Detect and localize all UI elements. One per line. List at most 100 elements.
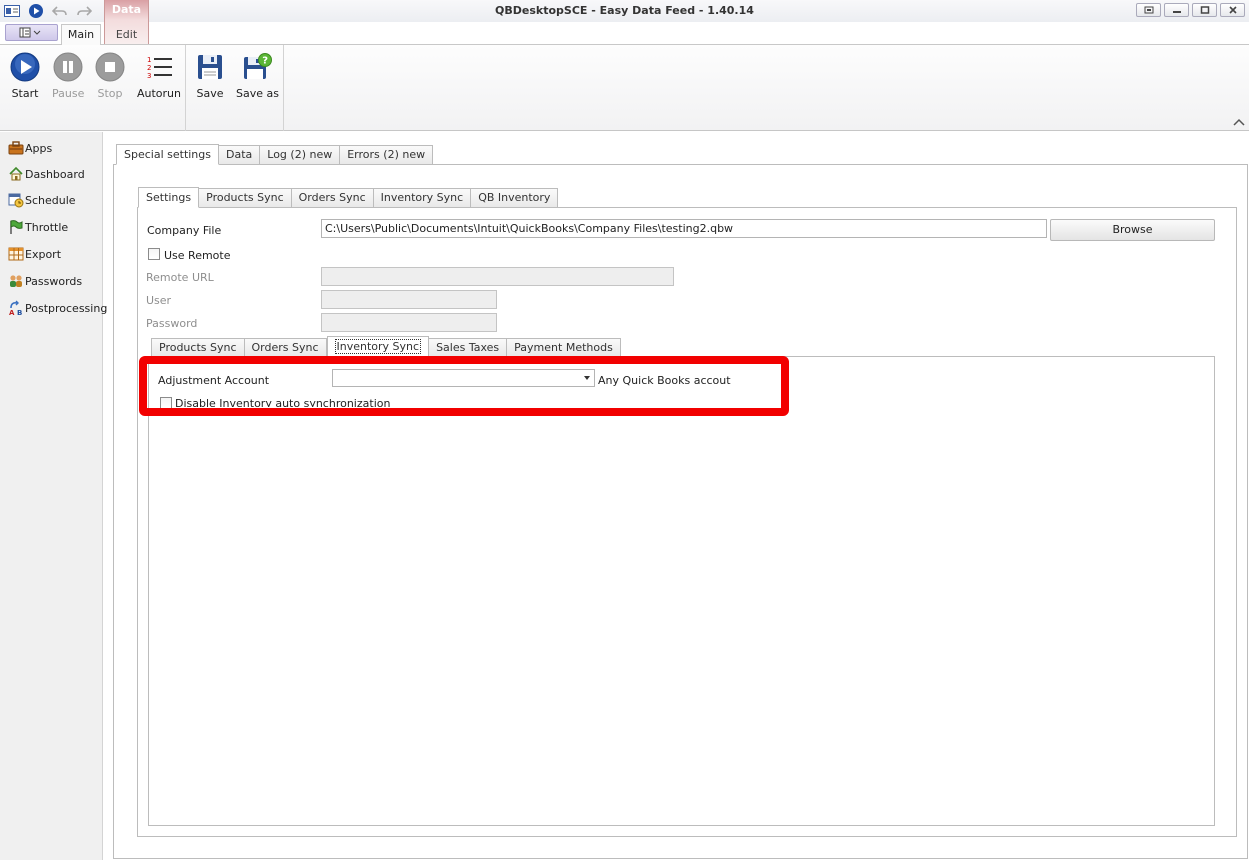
inner-tab-strip: Products Sync Orders Sync Inventory Sync… bbox=[151, 336, 621, 357]
sidebar-item-label: Export bbox=[25, 247, 62, 261]
tab-main[interactable]: Main bbox=[61, 24, 101, 45]
close-button[interactable] bbox=[1220, 3, 1245, 17]
remote-url-field[interactable] bbox=[321, 267, 674, 286]
autorun-label: Autorun bbox=[137, 87, 182, 100]
use-remote-label: Use Remote bbox=[164, 249, 231, 262]
numbered-list-icon: 123 bbox=[143, 51, 175, 83]
adjustment-account-dropdown[interactable] bbox=[332, 369, 595, 387]
pause-label: Pause bbox=[52, 87, 85, 100]
sidebar-item-label: Throttle bbox=[25, 220, 69, 234]
stop-label: Stop bbox=[97, 87, 123, 100]
disable-inventory-auto-label: Disable Inventory auto synchronization bbox=[175, 398, 390, 407]
svg-text:3: 3 bbox=[147, 72, 151, 80]
save-button[interactable]: Save bbox=[194, 51, 226, 100]
svg-text:B: B bbox=[17, 309, 22, 316]
window-controls bbox=[1136, 3, 1245, 17]
minimize-button[interactable] bbox=[1164, 3, 1189, 17]
house-icon bbox=[9, 166, 23, 181]
sidebar-item-label: Postprocessing bbox=[25, 301, 108, 315]
play-icon bbox=[9, 51, 41, 83]
sidebar-item-schedule[interactable]: Schedule bbox=[8, 191, 76, 209]
collapse-ribbon-icon[interactable] bbox=[1233, 117, 1245, 127]
inner-tab-orders-sync[interactable]: Orders Sync bbox=[244, 338, 327, 357]
password-label: Password bbox=[146, 317, 198, 330]
table-icon bbox=[8, 247, 24, 261]
save-as-button[interactable]: ? Save as bbox=[236, 51, 279, 100]
sidebar-item-label: Passwords bbox=[25, 274, 83, 288]
svg-text:1: 1 bbox=[147, 56, 151, 64]
floppy-disk-icon bbox=[194, 51, 226, 83]
sidebar-item-label: Dashboard bbox=[25, 167, 85, 181]
use-remote-checkbox[interactable] bbox=[148, 248, 160, 260]
stop-icon bbox=[94, 51, 126, 83]
sidebar-item-throttle[interactable]: Throttle bbox=[8, 218, 68, 236]
adjustment-account-hint: Any Quick Books accout bbox=[598, 374, 731, 387]
sidebar-item-label: Schedule bbox=[25, 193, 76, 207]
toolbox-icon bbox=[8, 141, 24, 155]
sidebar-item-passwords[interactable]: Passwords bbox=[8, 272, 82, 290]
start-label: Start bbox=[11, 87, 39, 100]
sidebar-item-apps[interactable]: Apps bbox=[8, 139, 52, 157]
company-file-label: Company File bbox=[147, 224, 222, 237]
remote-url-label: Remote URL bbox=[146, 271, 214, 284]
maximize-button[interactable] bbox=[1192, 3, 1217, 17]
disable-inventory-auto-checkbox[interactable] bbox=[160, 397, 172, 409]
save-label: Save bbox=[196, 87, 224, 100]
save-as-label: Save as bbox=[236, 87, 279, 100]
inner-tab-sales-taxes[interactable]: Sales Taxes bbox=[429, 338, 508, 357]
application-menu-button[interactable] bbox=[5, 24, 58, 41]
sidebar-item-export[interactable]: Export bbox=[8, 245, 61, 263]
transform-icon: AB bbox=[9, 300, 22, 316]
calendar-clock-icon bbox=[8, 193, 24, 208]
inner-tab-products-sync[interactable]: Products Sync bbox=[151, 338, 245, 357]
tab-products-sync[interactable]: Products Sync bbox=[199, 188, 292, 208]
sidebar-item-dashboard[interactable]: Dashboard bbox=[8, 165, 85, 183]
sidebar-item-label: Apps bbox=[25, 141, 53, 155]
password-field[interactable] bbox=[321, 313, 497, 332]
users-key-icon bbox=[10, 275, 22, 287]
inner-tab-inventory-sync-label: Inventory Sync bbox=[334, 339, 422, 354]
pause-button[interactable]: Pause bbox=[52, 51, 84, 100]
tab-inventory-sync[interactable]: Inventory Sync bbox=[373, 188, 472, 208]
ribbon: Start Pause Stop 123 Autorun Save ? Save… bbox=[0, 44, 1249, 131]
settings-tab-strip: Settings Products Sync Orders Sync Inven… bbox=[138, 187, 559, 208]
floppy-disk-question-icon: ? bbox=[241, 51, 273, 83]
autorun-button[interactable]: 123 Autorun bbox=[137, 51, 181, 100]
inner-tab-inventory-sync[interactable]: Inventory Sync bbox=[326, 336, 430, 357]
sidebar-item-postprocessing[interactable]: AB Postprocessing bbox=[8, 299, 107, 317]
browse-button[interactable]: Browse bbox=[1050, 219, 1215, 241]
stop-button[interactable]: Stop bbox=[94, 51, 126, 100]
tab-special-settings[interactable]: Special settings bbox=[116, 144, 219, 165]
user-field[interactable] bbox=[321, 290, 497, 309]
ribbon-group-file: Save ? Save as bbox=[186, 45, 284, 131]
start-button[interactable]: Start bbox=[9, 51, 41, 100]
sidebar: Apps Dashboard Schedule Throttle Export … bbox=[0, 132, 107, 860]
user-label: User bbox=[146, 294, 172, 307]
tab-qb-inventory[interactable]: QB Inventory bbox=[471, 188, 559, 208]
restore-layout-button[interactable] bbox=[1136, 3, 1161, 17]
window-title: QBDesktopSCE - Easy Data Feed - 1.40.14 bbox=[495, 4, 754, 17]
adjustment-account-label: Adjustment Account bbox=[158, 374, 270, 387]
app-menu-icon bbox=[19, 27, 40, 38]
tab-settings[interactable]: Settings bbox=[138, 187, 200, 208]
tab-errors[interactable]: Errors (2) new bbox=[340, 145, 434, 165]
context-group-label: Data bbox=[111, 3, 142, 16]
svg-text:A: A bbox=[9, 309, 15, 316]
tab-orders-sync[interactable]: Orders Sync bbox=[291, 188, 374, 208]
context-tab-group: Data Edit bbox=[104, 0, 149, 44]
company-file-field[interactable]: C:\Users\Public\Documents\Intuit\QuickBo… bbox=[321, 219, 1047, 238]
tab-edit[interactable]: Edit bbox=[105, 28, 148, 41]
svg-text:2: 2 bbox=[147, 64, 151, 72]
svg-text:?: ? bbox=[263, 56, 269, 67]
dropdown-arrow-icon bbox=[584, 376, 590, 380]
flag-icon bbox=[10, 220, 23, 234]
inner-tab-payment-methods[interactable]: Payment Methods bbox=[507, 338, 621, 357]
pause-icon bbox=[52, 51, 84, 83]
tab-data[interactable]: Data bbox=[219, 145, 261, 165]
title-bar: QBDesktopSCE - Easy Data Feed - 1.40.14 bbox=[0, 0, 1249, 22]
disable-inventory-auto-text: Disable Inventory auto synchronization bbox=[175, 398, 391, 407]
tab-log[interactable]: Log (2) new bbox=[260, 145, 341, 165]
inner-tab-panel bbox=[148, 356, 1215, 826]
ribbon-group-run: Start Pause Stop 123 Autorun bbox=[0, 45, 186, 131]
outer-tab-strip: Special settings Data Log (2) new Errors… bbox=[116, 144, 434, 165]
